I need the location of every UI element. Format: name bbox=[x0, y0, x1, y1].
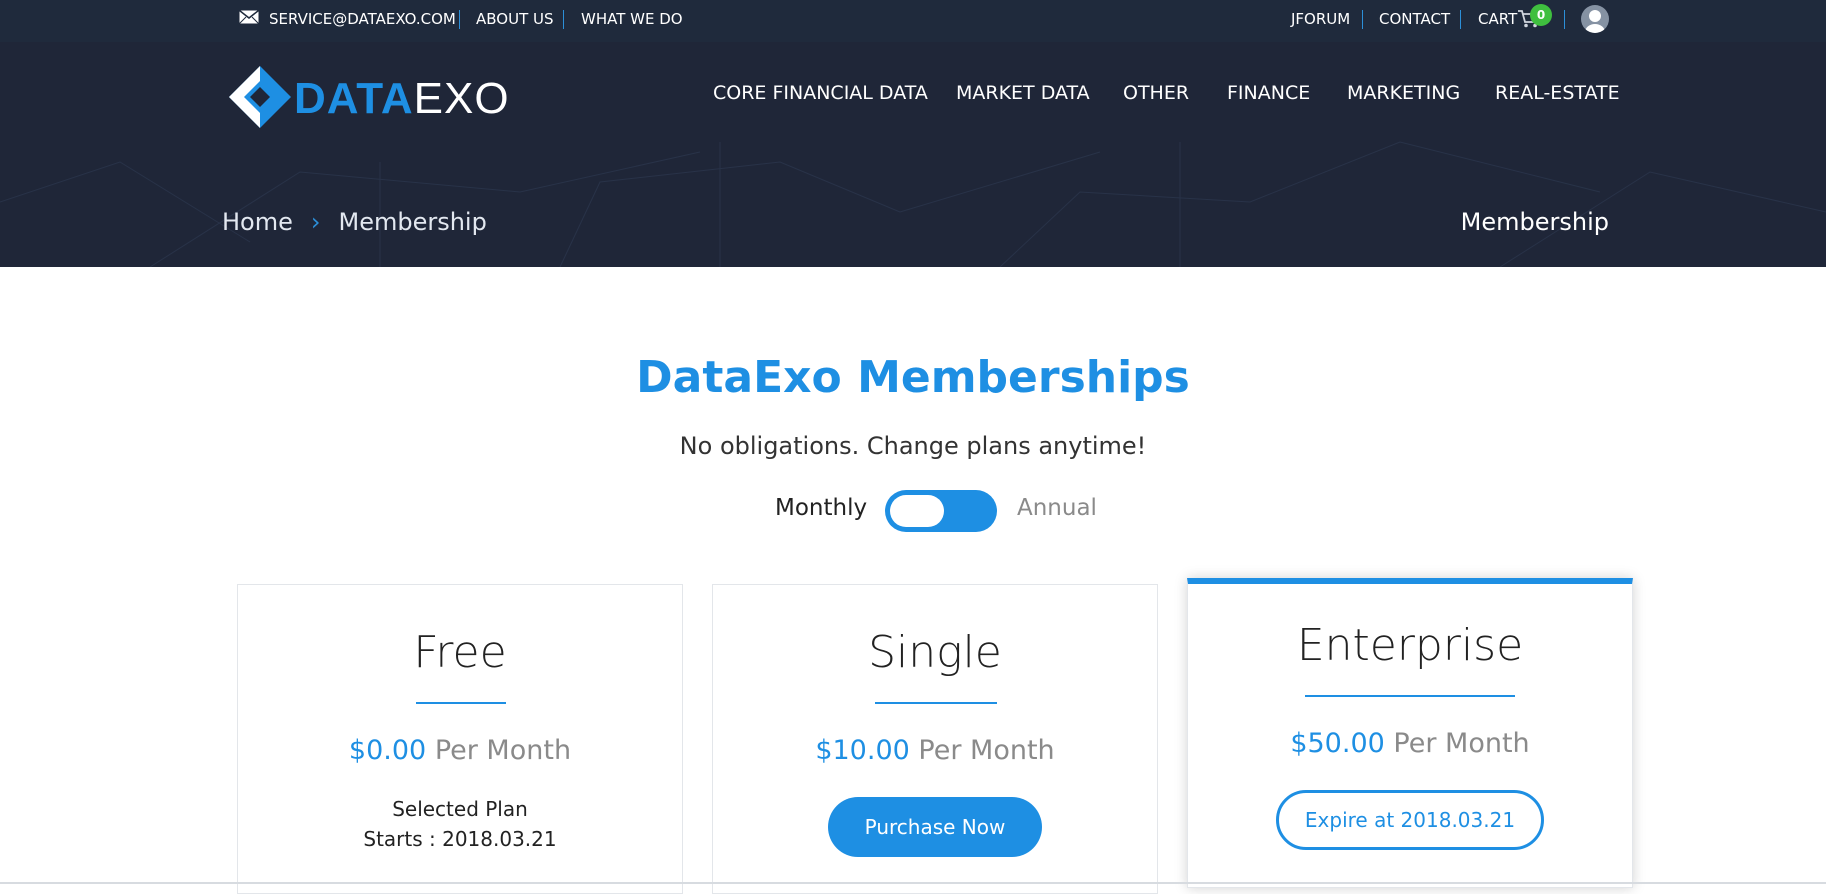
nav-core-financial-data[interactable]: CORE FINANCIAL DATA bbox=[713, 82, 928, 112]
expire-date-button[interactable]: Expire at 2018.03.21 bbox=[1276, 790, 1544, 850]
plan-card-free: Free $0.00 Per Month Selected Plan Start… bbox=[237, 584, 683, 894]
plan-price-period: Per Month bbox=[434, 735, 572, 766]
memberships-subtitle: No obligations. Change plans anytime! bbox=[679, 432, 1147, 460]
plan-price-amount: $0.00 bbox=[348, 735, 427, 766]
what-we-do-link[interactable]: WHAT WE DO bbox=[581, 0, 683, 42]
plan-card-single: Single $10.00 Per Month Purchase Now bbox=[712, 584, 1158, 894]
divider bbox=[1460, 10, 1461, 29]
envelope-icon bbox=[239, 10, 259, 24]
nav-real-estate[interactable]: REAL-ESTATE bbox=[1495, 82, 1620, 112]
plan-price-amount: $50.00 bbox=[1290, 728, 1385, 759]
toggle-knob bbox=[890, 495, 944, 527]
site-header: DATAEXO CORE FINANCIAL DATA MARKET DATA … bbox=[0, 42, 1826, 267]
cart-count-badge: 0 bbox=[1530, 4, 1552, 26]
breadcrumb-current: Membership bbox=[338, 208, 487, 236]
logo-exo-text: EXO bbox=[413, 74, 510, 123]
purchase-now-button[interactable]: Purchase Now bbox=[828, 797, 1042, 857]
plan-name: Enterprise bbox=[1296, 620, 1524, 671]
divider bbox=[563, 10, 564, 29]
divider bbox=[459, 10, 460, 29]
chevron-right-icon: › bbox=[310, 208, 321, 236]
plan-price: $0.00 Per Month bbox=[238, 735, 682, 766]
memberships-title: DataExo Memberships bbox=[636, 352, 1190, 403]
monthly-label[interactable]: Monthly bbox=[775, 495, 867, 521]
plan-divider bbox=[416, 702, 506, 704]
plan-name: Single bbox=[868, 627, 1002, 678]
nav-market-data[interactable]: MARKET DATA bbox=[956, 82, 1090, 112]
breadcrumb-home-link[interactable]: Home bbox=[222, 208, 293, 236]
logo-wordmark[interactable]: DATAEXO bbox=[294, 74, 510, 124]
plan-name: Free bbox=[413, 627, 507, 678]
plan-start-date: Starts : 2018.03.21 bbox=[363, 827, 557, 851]
logo-data-text: DATA bbox=[294, 74, 414, 123]
user-avatar-icon[interactable] bbox=[1581, 5, 1609, 33]
cart-link[interactable]: CART bbox=[1478, 0, 1517, 42]
billing-period-toggle[interactable] bbox=[885, 490, 997, 532]
divider bbox=[1362, 10, 1363, 29]
nav-finance[interactable]: FINANCE bbox=[1227, 82, 1310, 112]
nav-other[interactable]: OTHER bbox=[1123, 82, 1189, 112]
nav-marketing[interactable]: MARKETING bbox=[1347, 82, 1460, 112]
contact-link[interactable]: CONTACT bbox=[1379, 0, 1450, 42]
plan-price-period: Per Month bbox=[1393, 728, 1530, 759]
page-title: Membership bbox=[1460, 208, 1609, 236]
plan-price-amount: $10.00 bbox=[815, 735, 910, 766]
email-link[interactable]: SERVICE@DATAEXO.COM bbox=[269, 0, 456, 42]
top-bar: SERVICE@DATAEXO.COM ABOUT US WHAT WE DO … bbox=[0, 0, 1826, 42]
plan-divider bbox=[875, 702, 997, 704]
plan-price: $10.00 Per Month bbox=[713, 735, 1157, 766]
selected-plan-label: Selected Plan bbox=[392, 797, 528, 821]
about-us-link[interactable]: ABOUT US bbox=[476, 0, 554, 42]
plan-divider bbox=[1305, 695, 1515, 697]
plan-price: $50.00 Per Month bbox=[1188, 728, 1632, 759]
jforum-link[interactable]: JFORUM bbox=[1291, 0, 1350, 42]
plan-price-period: Per Month bbox=[918, 735, 1055, 766]
plan-card-enterprise: Enterprise $50.00 Per Month Expire at 20… bbox=[1187, 578, 1633, 888]
annual-label[interactable]: Annual bbox=[1017, 495, 1097, 521]
divider bbox=[1564, 10, 1565, 29]
breadcrumb: Home › Membership bbox=[222, 208, 487, 236]
